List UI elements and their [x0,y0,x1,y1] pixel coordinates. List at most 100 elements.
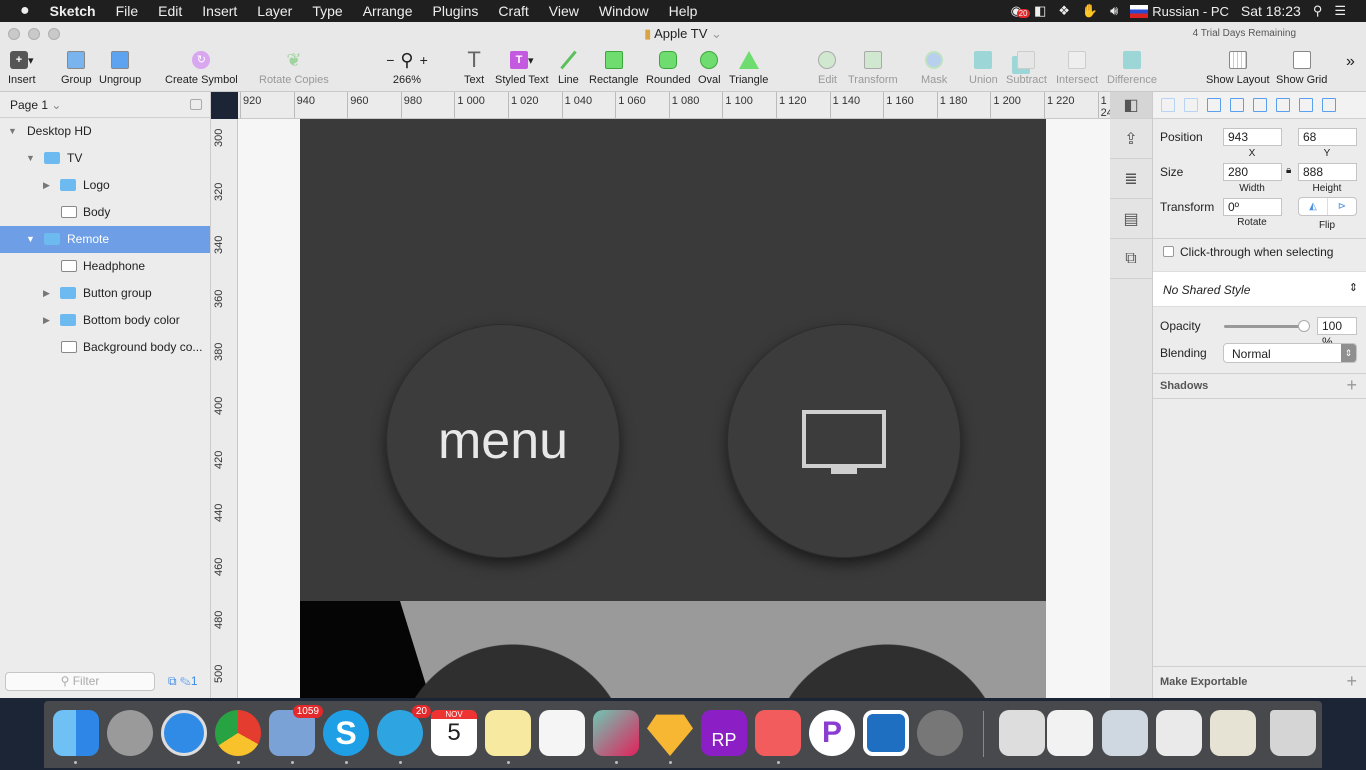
menu-help[interactable]: Help [659,3,708,19]
notes-icon[interactable] [485,710,531,756]
layer-row[interactable]: Body [0,199,210,226]
window-title[interactable]: Apple TV [654,26,707,41]
bottom-left-button-shape[interactable] [396,644,630,698]
line-tool-button[interactable]: Line [558,49,579,86]
blending-select[interactable]: Normal ⇕ [1223,343,1357,363]
document-stack-icon[interactable] [1047,710,1093,756]
slack-icon[interactable] [593,710,639,756]
disclosure-open-icon[interactable]: ▼ [26,145,35,172]
rotate-copies-button[interactable]: ❦ Rotate Copies [259,49,329,87]
dropbox-icon[interactable]: ❖ [1058,3,1070,19]
collapse-pages-icon[interactable] [190,99,202,110]
layer-row[interactable]: ▶ Button group [0,280,210,307]
menu-button-shape[interactable]: menu [386,324,620,558]
layer-row[interactable]: ▼ Desktop HD [0,118,210,145]
ungroup-button[interactable]: Ungroup [99,49,141,86]
menu-edit[interactable]: Edit [148,3,192,19]
close-window-button[interactable] [8,28,20,40]
opacity-slider-thumb[interactable] [1298,320,1310,332]
distribute-horizontal-icon[interactable] [1161,98,1175,112]
zoom-control[interactable]: − ⚲ +266% [378,49,436,87]
craft-manager-icon[interactable] [863,710,909,756]
flinto-icon[interactable] [755,710,801,756]
axure-icon[interactable]: RP [701,710,747,756]
skype-icon[interactable]: S [323,710,369,756]
menu-craft[interactable]: Craft [488,3,538,19]
disclosure-open-icon[interactable]: ▼ [26,226,35,253]
insert-button[interactable]: + ▾ Insert [8,49,36,86]
opacity-input[interactable]: 100 % [1317,317,1357,349]
layer-row[interactable]: ▼ TV [0,145,210,172]
mask-button[interactable]: Mask [921,49,947,86]
distribute-vertical-icon[interactable] [1184,98,1198,112]
intersect-button[interactable]: Intersect [1056,49,1098,86]
align-center-icon[interactable] [1230,98,1244,112]
disclosure-closed-icon[interactable]: ▶ [43,280,50,307]
safari-icon[interactable] [161,710,207,756]
lock-icon[interactable]: 🔒︎ [1286,165,1291,176]
notification-app-icon[interactable]: ◉ 20 [1011,3,1030,19]
layer-row[interactable]: ▶ Logo [0,172,210,199]
volume-icon[interactable]: 🔊︎ [1110,3,1118,19]
position-y-input[interactable]: 68 [1298,128,1357,146]
launchpad-icon[interactable] [107,710,153,756]
list-icon[interactable]: ▤ [1110,199,1152,239]
triangle-tool-button[interactable]: Triangle [729,49,768,86]
zoom-in-button[interactable]: + [420,52,428,68]
menu-type[interactable]: Type [302,3,352,19]
menu-insert[interactable]: Insert [192,3,247,19]
artboard-desktop-hd[interactable]: menu [300,119,1046,698]
principle-icon[interactable]: P [809,710,855,756]
transform-button[interactable]: Transform [848,49,898,86]
apple-menu-icon[interactable]: ● [0,2,40,20]
input-source[interactable]: Russian - PC [1152,4,1229,19]
zoom-window-button[interactable] [48,28,60,40]
bottom-right-button-shape[interactable] [770,644,1004,698]
layer-row[interactable]: ▼ Remote [0,226,210,253]
telegram-icon[interactable]: 20 [377,705,431,756]
layer-row[interactable]: Headphone [0,253,210,280]
align-top-icon[interactable] [1276,98,1290,112]
show-grid-button[interactable]: Show Grid [1276,49,1327,86]
flag-icon[interactable] [1130,4,1149,18]
flip-vertical-button[interactable]: ⊳ [1328,198,1356,215]
downloads-stack-icon[interactable] [999,710,1045,756]
layer-row[interactable]: ▶ Bottom body color [0,307,210,334]
add-shadow-button[interactable]: + [1346,375,1357,396]
vertical-ruler[interactable]: 300 320 340 360 380 400 420 440 460 480 500 [211,119,238,698]
rounded-tool-button[interactable]: Rounded [646,49,691,86]
menu-file[interactable]: File [106,3,149,19]
reminders-icon[interactable] [539,710,585,756]
opacity-slider[interactable] [1224,320,1310,332]
width-input[interactable]: 280 [1223,163,1282,181]
styled-text-button[interactable]: T ▾ Styled Text [495,49,549,86]
align-right-icon[interactable] [1253,98,1267,112]
canvas[interactable]: menu [238,119,1110,698]
disclosure-open-icon[interactable]: ▼ [8,118,17,145]
layer-filter-input[interactable]: ⚲ Filter [5,672,155,691]
hand-icon[interactable]: ✋ [1082,3,1098,19]
layers-stack-icon[interactable]: ≣ [1110,159,1152,199]
duplicate-icon[interactable]: ⧉ [1110,239,1152,279]
menu-layer[interactable]: Layer [247,3,302,19]
filter-options-icon[interactable]: ⧉ ✎1 [168,674,198,689]
chevron-down-icon[interactable]: ⌄ [711,26,722,41]
spotlight-icon[interactable]: ⚲ [1313,3,1323,19]
create-symbol-button[interactable]: ↻ Create Symbol [165,49,238,86]
align-left-icon[interactable] [1207,98,1221,112]
difference-button[interactable]: Difference [1107,49,1157,86]
calendar-icon[interactable]: NOV 5 [431,710,477,756]
horizontal-ruler[interactable]: 920 940 960 980 1 000 1 020 1 040 1 060 1 080 1 1… [238,92,1110,119]
disclosure-closed-icon[interactable]: ▶ [43,307,50,334]
craft-panel-icon[interactable]: ◧ [1110,92,1152,119]
align-middle-icon[interactable] [1299,98,1313,112]
text-tool-button[interactable]: T Text [464,47,484,86]
edit-button[interactable]: Edit [818,49,837,86]
menu-window[interactable]: Window [589,3,659,19]
minimized-window-sketch[interactable] [1210,710,1256,756]
rectangle-tool-button[interactable]: Rectangle [589,49,639,86]
clock[interactable]: Sat 18:23 [1241,3,1301,19]
union-button[interactable]: Union [969,49,998,86]
oval-tool-button[interactable]: Oval [698,49,721,86]
sketch-icon[interactable] [647,714,693,756]
